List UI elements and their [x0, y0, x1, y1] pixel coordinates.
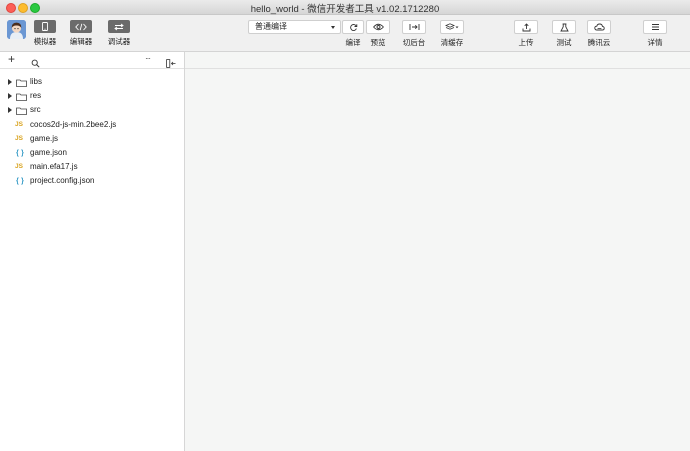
- window-title: hello_world - 微信开发者工具 v1.02.1712280: [250, 4, 440, 15]
- avatar-image: [7, 20, 26, 39]
- test-button[interactable]: 测试: [552, 20, 576, 48]
- debug-icon: [108, 20, 130, 33]
- file-name: game.json: [30, 147, 67, 157]
- expand-arrow-icon[interactable]: [8, 107, 12, 114]
- editor-area[interactable]: [185, 52, 690, 451]
- upload-label: 上传: [518, 38, 534, 47]
- eye-icon: [366, 20, 390, 34]
- expand-arrow-icon[interactable]: [8, 79, 12, 85]
- simulator-mode-button[interactable]: 模拟器: [32, 20, 58, 47]
- code-icon: [70, 20, 92, 33]
- file-name: res: [30, 91, 42, 101]
- test-label: 测试: [556, 38, 572, 47]
- clear-cache-button[interactable]: 清缓存: [440, 20, 464, 48]
- editor-tab-bar: [185, 52, 690, 69]
- tencent-cloud-label: 腾讯云: [587, 38, 611, 47]
- file-game-js[interactable]: JS game.js: [0, 132, 184, 146]
- file-name: src: [30, 105, 41, 115]
- tencent-cloud-button[interactable]: 腾讯云: [587, 20, 611, 48]
- json-file-icon: { }: [16, 176, 24, 186]
- json-file-icon: { }: [16, 147, 24, 157]
- file-name: game.js: [30, 133, 59, 143]
- simulator-label: 模拟器: [33, 37, 57, 46]
- file-explorer-toolbar: + ···: [0, 52, 184, 69]
- folder-src[interactable]: src: [0, 103, 184, 117]
- file-tree: libs res src JS cocos2d-js-min.2bee2.js …: [0, 69, 184, 189]
- file-cocos2d-js[interactable]: JS cocos2d-js-min.2bee2.js: [0, 118, 184, 132]
- search-icon[interactable]: [31, 55, 40, 73]
- background-label: 切后台: [402, 38, 426, 47]
- details-button[interactable]: 详情: [643, 20, 667, 48]
- preview-label: 预览: [370, 38, 386, 47]
- background-button[interactable]: 切后台: [402, 20, 426, 48]
- folder-res[interactable]: res: [0, 89, 184, 103]
- compile-button[interactable]: 编译: [342, 20, 364, 48]
- debugger-mode-button[interactable]: 调试器: [106, 20, 132, 47]
- debugger-label: 调试器: [107, 37, 131, 46]
- editor-label: 编辑器: [69, 37, 93, 46]
- file-main-js[interactable]: JS main.efa17.js: [0, 160, 184, 174]
- phone-icon: [34, 20, 56, 33]
- file-name: main.efa17.js: [30, 162, 78, 172]
- upload-button[interactable]: 上传: [514, 20, 538, 48]
- file-name: libs: [30, 77, 43, 86]
- js-file-icon: JS: [15, 163, 23, 171]
- details-label: 详情: [647, 38, 663, 47]
- switch-background-icon: [402, 20, 426, 34]
- main-toolbar: 模拟器 编辑器 调试器 普通编译 编译 预览 切后台 清缓存 上传 测试 腾讯云…: [0, 15, 690, 52]
- editor-mode-button[interactable]: 编辑器: [68, 20, 94, 47]
- user-avatar[interactable]: [7, 20, 26, 39]
- folder-libs[interactable]: libs: [0, 75, 184, 89]
- upload-icon: [514, 20, 538, 34]
- file-explorer: + ··· libs res src JS cocos2d-js-min.2be…: [0, 52, 185, 451]
- js-file-icon: JS: [15, 120, 23, 128]
- title-bar: hello_world - 微信开发者工具 v1.02.1712280: [0, 0, 690, 15]
- expand-arrow-icon[interactable]: [8, 93, 12, 100]
- compile-mode-select[interactable]: 普通编译: [248, 20, 341, 34]
- js-file-icon: JS: [15, 134, 23, 142]
- collapse-panel-icon[interactable]: [166, 55, 176, 73]
- menu-icon: [643, 20, 667, 34]
- refresh-icon: [342, 20, 364, 34]
- clear-cache-label: 清缓存: [440, 38, 464, 47]
- preview-button[interactable]: 预览: [366, 20, 390, 48]
- compile-label: 编译: [345, 38, 361, 47]
- file-project-config[interactable]: { } project.config.json: [0, 174, 184, 188]
- file-name: project.config.json: [30, 176, 95, 186]
- plus-icon[interactable]: +: [8, 52, 15, 66]
- cloud-icon: [587, 20, 611, 34]
- compile-mode-value: 普通编译: [255, 22, 287, 31]
- layers-icon: [440, 20, 464, 34]
- more-options-button[interactable]: ···: [145, 53, 151, 65]
- file-name: cocos2d-js-min.2bee2.js: [30, 119, 117, 129]
- flask-icon: [552, 20, 576, 34]
- chevron-down-icon: [331, 26, 335, 29]
- file-game-json[interactable]: { } game.json: [0, 146, 184, 160]
